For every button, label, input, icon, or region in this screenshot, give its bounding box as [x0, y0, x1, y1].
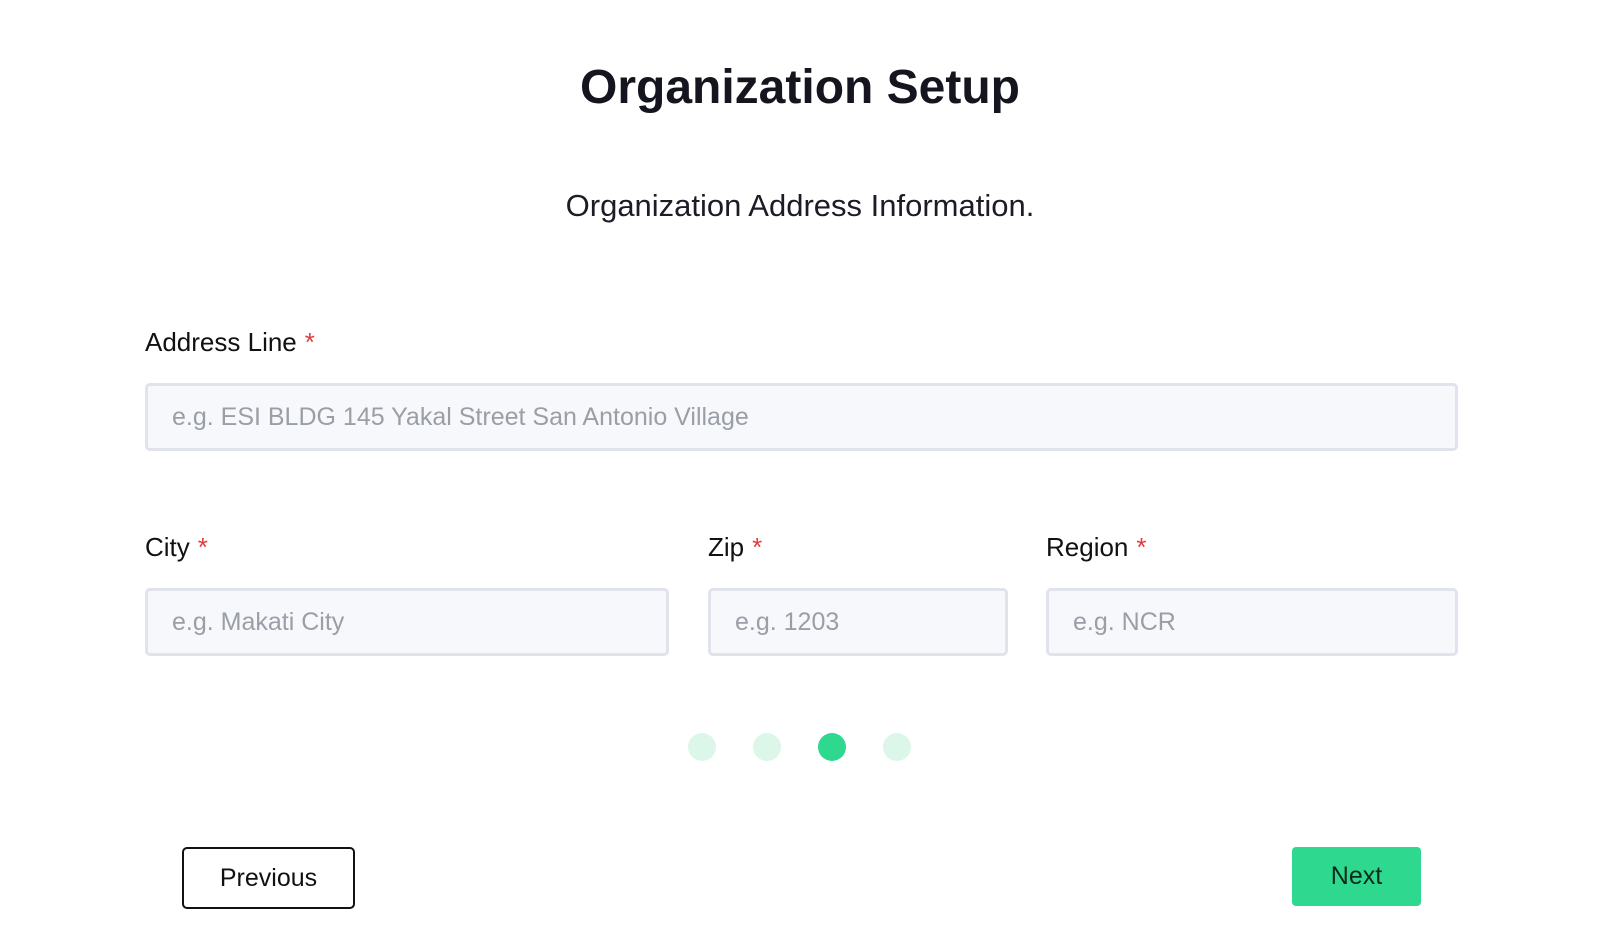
next-button[interactable]: Next — [1292, 847, 1421, 906]
step-indicator — [688, 733, 911, 761]
address-line-label-text: Address Line — [145, 327, 297, 357]
step-dot-active — [818, 733, 846, 761]
city-input[interactable] — [145, 588, 669, 656]
required-marker: * — [197, 532, 208, 562]
region-input[interactable] — [1046, 588, 1458, 656]
zip-input[interactable] — [708, 588, 1008, 656]
step-dot — [883, 733, 911, 761]
address-line-label: Address Line * — [145, 324, 1458, 360]
address-line-field: Address Line * — [145, 324, 1458, 451]
required-marker: * — [752, 532, 763, 562]
required-marker: * — [1136, 532, 1147, 562]
city-label: City * — [145, 529, 669, 565]
zip-field: Zip * — [708, 529, 1008, 656]
address-line-input[interactable] — [145, 383, 1458, 451]
region-label-text: Region — [1046, 532, 1129, 562]
city-field: City * — [145, 529, 669, 656]
city-label-text: City — [145, 532, 190, 562]
step-dot — [753, 733, 781, 761]
page-subtitle: Organization Address Information. — [565, 188, 1035, 223]
required-marker: * — [304, 327, 315, 357]
page-title: Organization Setup — [579, 61, 1020, 114]
zip-label: Zip * — [708, 529, 1008, 565]
zip-label-text: Zip — [708, 532, 745, 562]
previous-button[interactable]: Previous — [182, 847, 355, 909]
region-field: Region * — [1046, 529, 1458, 656]
step-dot — [688, 733, 716, 761]
region-label: Region * — [1046, 529, 1458, 565]
